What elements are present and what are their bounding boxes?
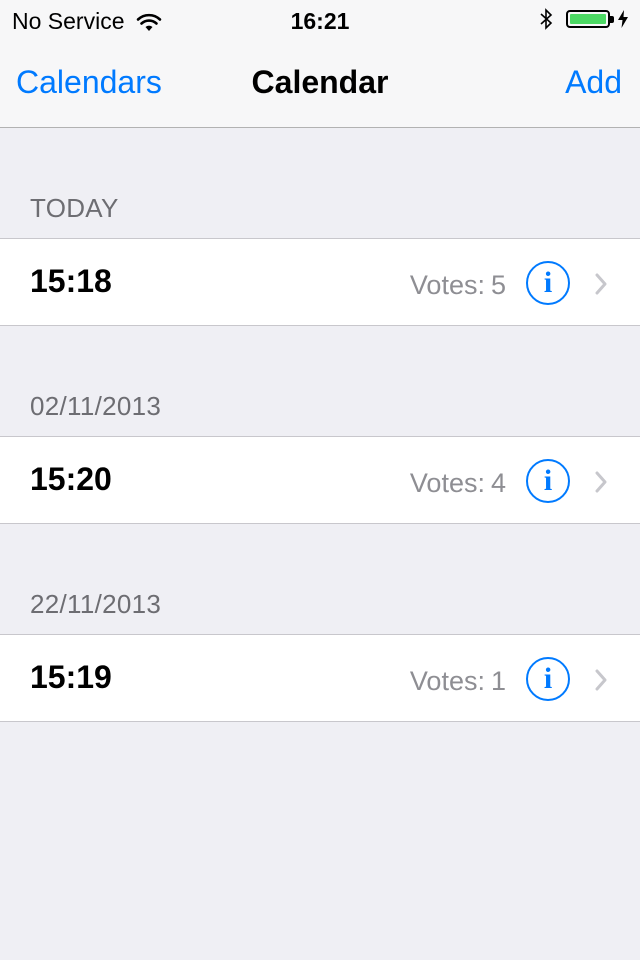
info-icon[interactable]: i — [526, 657, 570, 701]
list-item[interactable]: 15:18 Votes: 5 i — [0, 238, 640, 326]
section-header-today: TODAY — [30, 193, 119, 223]
votes-label: Votes: — [409, 468, 485, 498]
row-votes: Votes: 4 — [410, 468, 506, 499]
chevron-right-icon — [595, 471, 607, 493]
info-icon[interactable]: i — [526, 459, 570, 503]
battery-icon — [566, 10, 614, 28]
votes-count: 4 — [490, 468, 506, 498]
chevron-right-icon — [595, 273, 607, 295]
navigation-bar: Calendars Calendar Add — [0, 40, 640, 128]
status-bar: No Service 16:21 — [0, 0, 640, 40]
section-header-date: 22/11/2013 — [30, 589, 162, 619]
status-right — [538, 7, 628, 31]
chevron-right-icon — [595, 669, 607, 691]
section-header-date: 02/11/2013 — [30, 391, 162, 421]
page-title: Calendar — [251, 64, 389, 100]
votes-count: 5 — [490, 270, 506, 300]
row-time: 15:18 — [30, 263, 112, 299]
bluetooth-icon — [540, 8, 553, 30]
row-time: 15:19 — [30, 659, 112, 695]
row-votes: Votes: 1 — [410, 666, 506, 697]
charging-bolt-icon — [618, 10, 628, 28]
row-votes: Votes: 5 — [410, 270, 506, 301]
votes-label: Votes: — [409, 270, 485, 300]
row-time: 15:20 — [30, 461, 112, 497]
list-item[interactable]: 15:20 Votes: 4 i — [0, 436, 640, 524]
list-item[interactable]: 15:19 Votes: 1 i — [0, 634, 640, 722]
info-icon[interactable]: i — [526, 261, 570, 305]
votes-label: Votes: — [409, 666, 485, 696]
battery-fill — [570, 14, 606, 24]
battery-nub — [610, 16, 614, 23]
votes-count: 1 — [490, 666, 506, 696]
add-button[interactable]: Add — [565, 64, 622, 101]
